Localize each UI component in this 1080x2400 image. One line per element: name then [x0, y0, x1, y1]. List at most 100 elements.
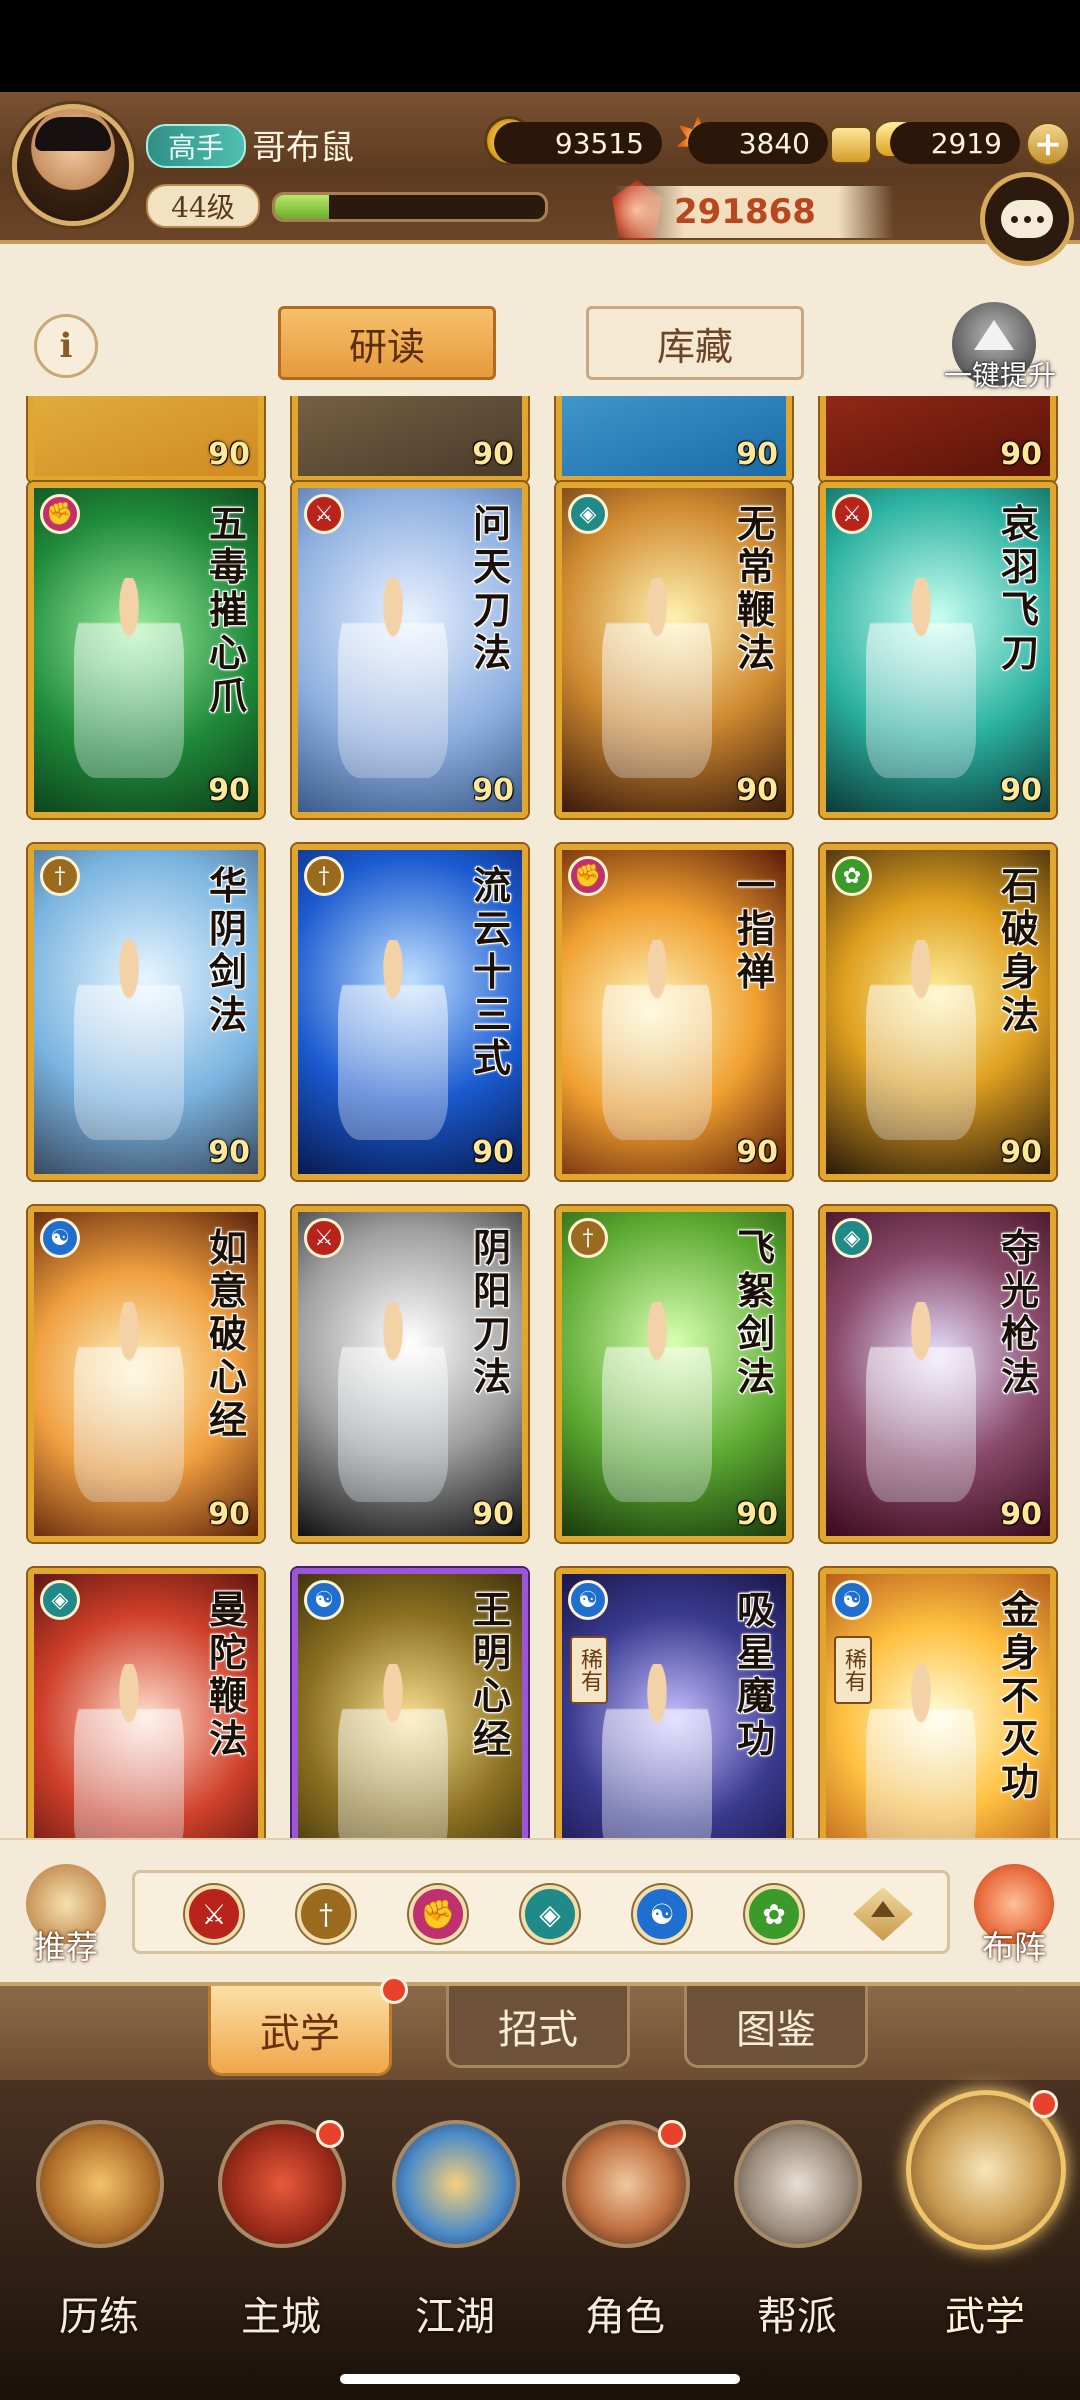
martial-art-card[interactable]: † 飞絮剑法 90 [556, 1206, 792, 1542]
nav-character[interactable]: 角色 [540, 2120, 710, 2350]
ember-amount: 3840 [688, 122, 828, 164]
card-level: 90 [736, 773, 778, 808]
upgrade-arrow-filter-icon[interactable] [853, 1887, 913, 1941]
martial-art-card[interactable]: ☯ 金身不灭功 稀有 [820, 1568, 1056, 1838]
card-level: 90 [736, 437, 778, 472]
nav-martial-arts[interactable]: 武学 [900, 2090, 1070, 2350]
card-level: 90 [736, 1135, 778, 1170]
hero-figure [602, 578, 712, 778]
card-level: 90 [472, 437, 514, 472]
hero-figure [338, 940, 448, 1140]
card-title: 一指禅 [736, 863, 775, 994]
card-title: 吸星魔功 [736, 1587, 775, 1761]
fan-type-icon: ◈ [40, 1580, 80, 1620]
martial-art-card[interactable]: † 流云十三式 90 [292, 844, 528, 1180]
martial-art-card[interactable]: ✿ 石破身法 90 [820, 844, 1056, 1180]
martial-art-card[interactable]: ◈ 夺光枪法 90 [820, 1206, 1056, 1542]
nav-guild[interactable]: 帮派 [712, 2120, 882, 2350]
nav-training[interactable]: 历练 [14, 2120, 184, 2350]
info-button[interactable]: i [34, 314, 98, 378]
card-title: 华阴剑法 [208, 863, 247, 1037]
martial-art-card[interactable]: ◈ 曼陀鞭法 [28, 1568, 264, 1838]
formation-button[interactable]: 布阵 [966, 1864, 1062, 1966]
taiji-filter-icon[interactable]: ☯ [633, 1885, 691, 1943]
notification-dot [658, 2120, 686, 2148]
upgrade-all-button[interactable]: 一键提升 [930, 302, 1070, 392]
nav-main-city[interactable]: 主城 [196, 2120, 366, 2350]
guild-emblem-icon [734, 2120, 862, 2248]
tab-collection[interactable]: 库藏 [586, 306, 804, 380]
coin-stack-icon [830, 126, 872, 164]
card-level: 90 [472, 1497, 514, 1532]
hero-figure [602, 1664, 712, 1838]
martial-art-card[interactable]: ⚔ 问天刀法 90 [292, 482, 528, 818]
blade-type-icon: ⚔ [304, 1218, 344, 1258]
card-level: 90 [1000, 1135, 1042, 1170]
martial-art-card[interactable]: † 华阴剑法 90 [28, 844, 264, 1180]
hero-figure [74, 1302, 184, 1502]
subtab-martial-arts[interactable]: 武学 [208, 1986, 392, 2076]
sword-filter-icon[interactable]: † [297, 1885, 355, 1943]
blade-filter-icon[interactable]: ⚔ [185, 1885, 243, 1943]
subtab-codex[interactable]: 图鉴 [684, 1986, 868, 2068]
player-name: 哥布鼠 [252, 128, 354, 168]
card-title: 夺光枪法 [1000, 1225, 1039, 1399]
fist-type-icon: ✊ [40, 494, 80, 534]
chat-icon [1001, 200, 1053, 238]
add-currency-button[interactable]: + [1026, 122, 1070, 166]
nav-label: 江湖 [415, 2294, 495, 2340]
hero-figure [866, 578, 976, 778]
nav-label: 历练 [59, 2294, 139, 2340]
martial-art-card[interactable]: ☯ 吸星魔功 稀有 [556, 1568, 792, 1838]
chat-button[interactable] [980, 172, 1074, 266]
hero-figure [866, 940, 976, 1140]
martial-art-card[interactable]: ◈ 无常鞭法 90 [556, 482, 792, 818]
martial-art-card[interactable]: 90 [292, 396, 528, 482]
martial-art-card[interactable]: ✊ 一指禅 90 [556, 844, 792, 1180]
hero-figure [74, 940, 184, 1140]
home-indicator [340, 2374, 740, 2384]
tab-study[interactable]: 研读 [278, 306, 496, 380]
card-level: 90 [208, 437, 250, 472]
notification-dot [1030, 2090, 1058, 2118]
exp-bar-fill [275, 195, 329, 219]
fan-type-icon: ◈ [568, 494, 608, 534]
card-title: 王明心经 [472, 1587, 511, 1761]
martial-art-card[interactable]: 90 [28, 396, 264, 482]
fan-filter-icon[interactable]: ◈ [521, 1885, 579, 1943]
recommend-label: 推荐 [33, 1928, 98, 1966]
blade-type-icon: ⚔ [304, 494, 344, 534]
nav-jianghu[interactable]: 江湖 [370, 2120, 540, 2350]
martial-art-card[interactable]: 90 [556, 396, 792, 482]
martial-art-card[interactable]: 90 [820, 396, 1056, 482]
blade-type-icon: ⚔ [832, 494, 872, 534]
martial-art-card[interactable]: ⚔ 哀羽飞刀 90 [820, 482, 1056, 818]
recommend-button[interactable]: 推荐 [18, 1864, 114, 1966]
card-title: 五毒摧心爪 [208, 501, 247, 718]
martial-art-card[interactable]: ☯ 王明心经 [292, 1568, 528, 1838]
martial-art-card[interactable]: ⚔ 阴阳刀法 90 [292, 1206, 528, 1542]
rank-badge: 高手 [146, 124, 246, 168]
exp-bar [272, 192, 548, 222]
combat-power: 291868 [614, 186, 894, 238]
card-title: 问天刀法 [472, 501, 511, 675]
leaf-filter-icon[interactable]: ✿ [745, 1885, 803, 1943]
card-title: 无常鞭法 [736, 501, 775, 675]
card-level: 90 [472, 773, 514, 808]
martial-arts-card-grid[interactable]: 90 90 90 90 ✊ 五毒摧心爪 90 ⚔ 问天刀法 90 ◈ 无常鞭法 90 ⚔ 哀羽飞刀 90 † 华阴… [0, 396, 1080, 1838]
player-avatar[interactable] [12, 104, 134, 226]
formation-label: 布阵 [981, 1928, 1046, 1966]
training-icon [36, 2120, 164, 2248]
martial-art-card[interactable]: ☯ 如意破心经 90 [28, 1206, 264, 1542]
fist-type-icon: ✊ [568, 856, 608, 896]
martial-art-card[interactable]: ✊ 五毒摧心爪 90 [28, 482, 264, 818]
subtab-moves[interactable]: 招式 [446, 1986, 630, 2068]
upgrade-all-label: 一键提升 [943, 359, 1056, 392]
taiji-type-icon: ☯ [40, 1218, 80, 1258]
notification-dot [380, 1976, 408, 2004]
rare-badge: 稀有 [570, 1636, 608, 1704]
taiji-type-icon: ☯ [568, 1580, 608, 1620]
fist-filter-icon[interactable]: ✊ [409, 1885, 467, 1943]
hero-figure [866, 1664, 976, 1838]
sword-type-icon: † [40, 856, 80, 896]
